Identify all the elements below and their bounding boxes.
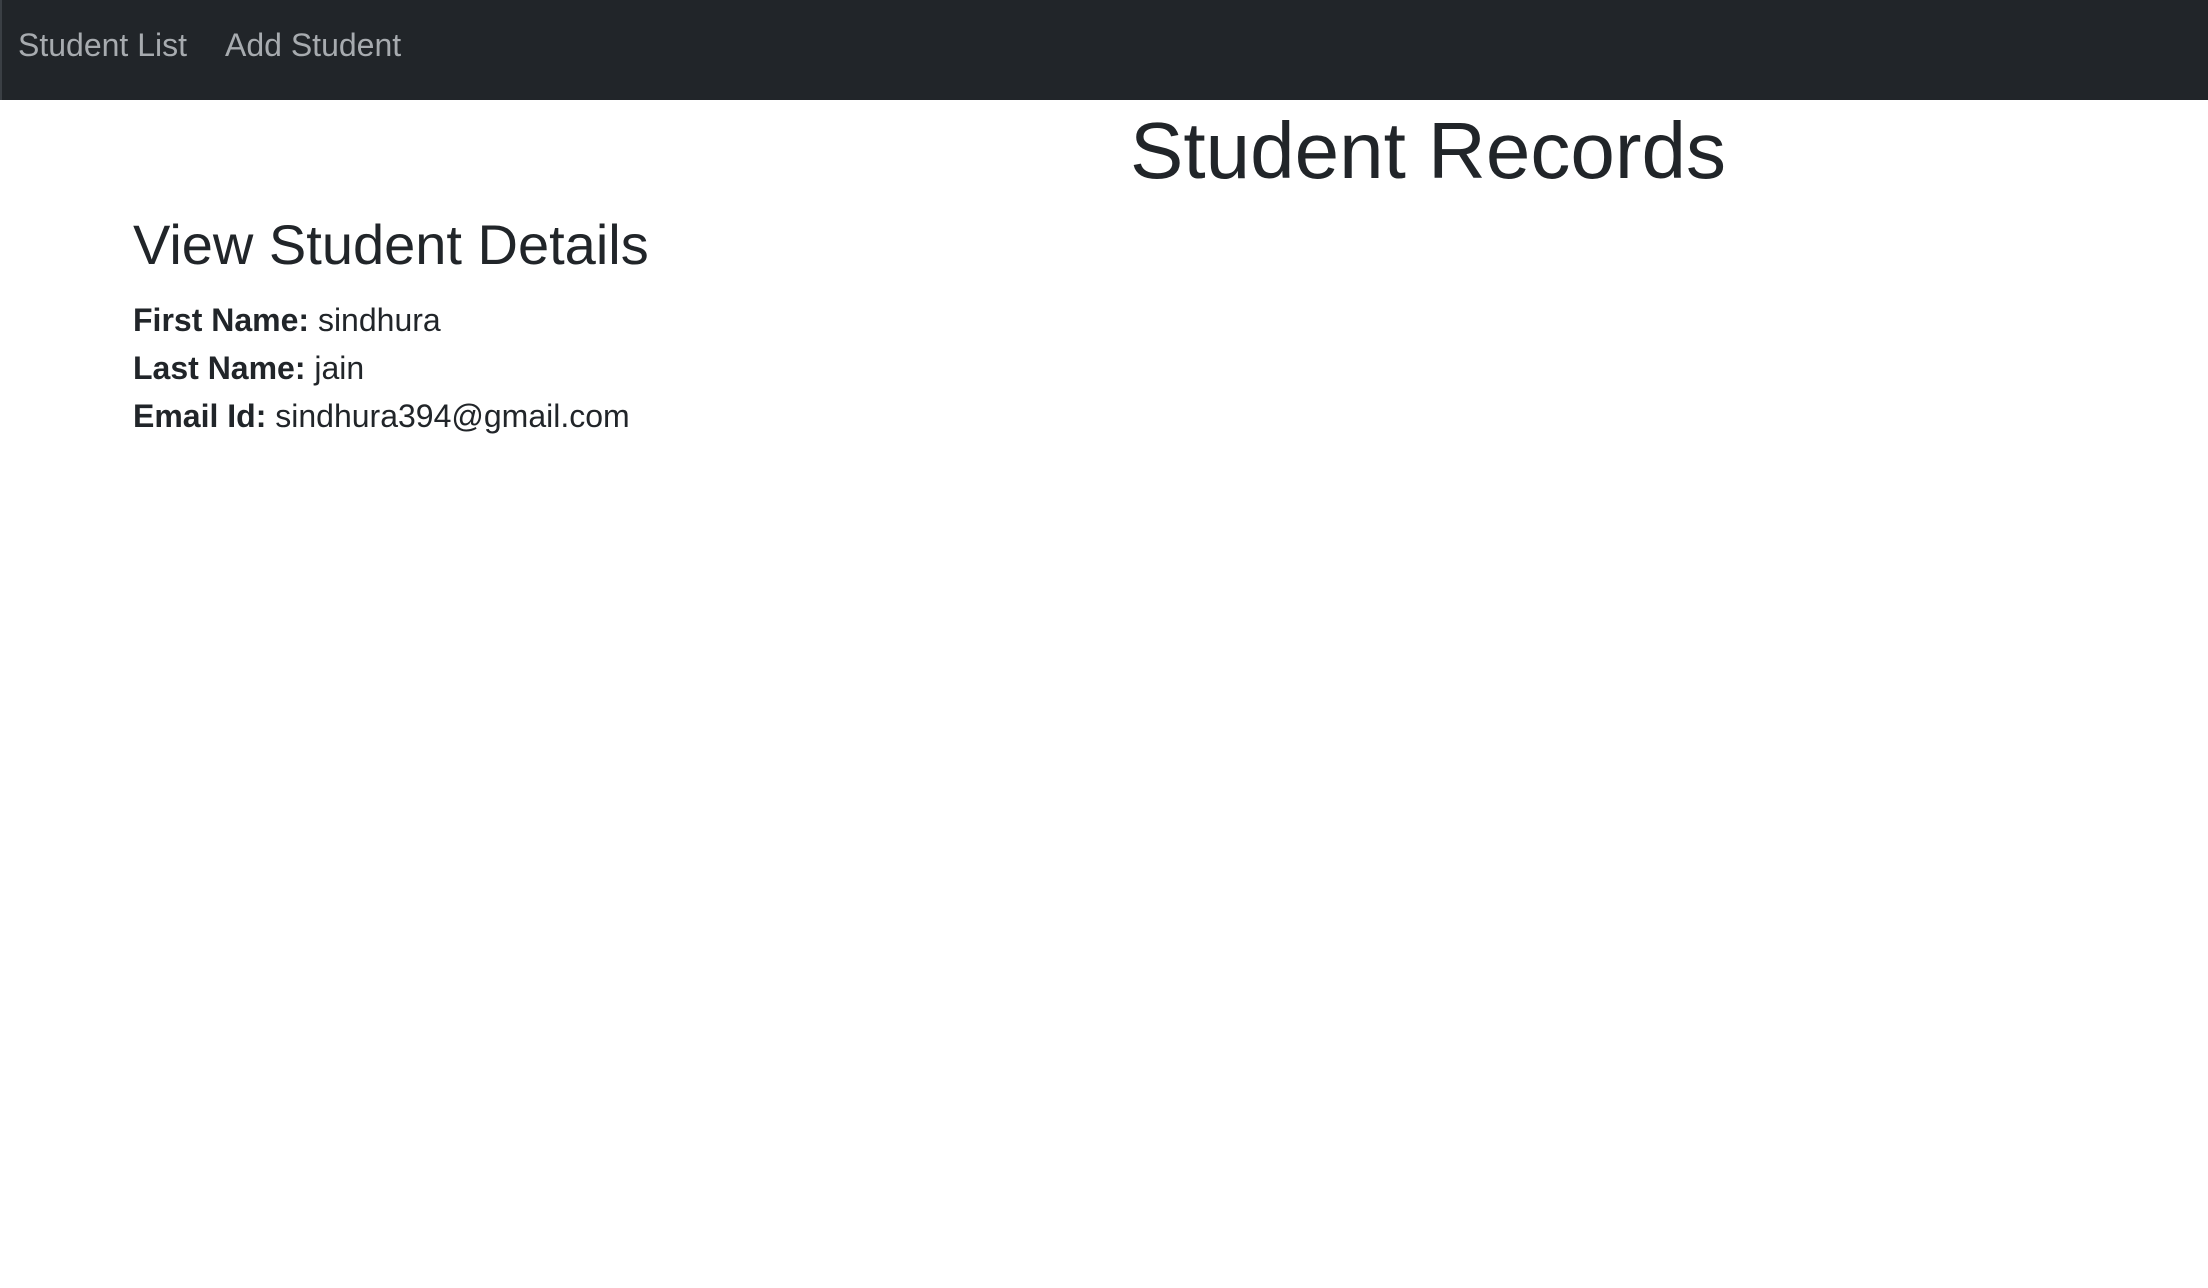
first-name-row: First Name: sindhura	[133, 296, 441, 344]
email-label: Email Id:	[133, 398, 267, 434]
page-title: Student Records	[1130, 106, 1726, 195]
top-navbar: Student List Add Student	[0, 0, 2208, 100]
last-name-row: Last Name: jain	[133, 344, 364, 392]
email-value: sindhura394@gmail.com	[275, 398, 630, 434]
details-heading: View Student Details	[133, 213, 649, 276]
first-name-label: First Name:	[133, 302, 310, 338]
nav-link-add-student[interactable]: Add Student	[225, 0, 401, 90]
last-name-label: Last Name:	[133, 350, 306, 386]
email-row: Email Id: sindhura394@gmail.com	[133, 392, 630, 440]
last-name-value: jain	[314, 350, 365, 386]
first-name-value: sindhura	[317, 302, 441, 338]
nav-link-student-list[interactable]: Student List	[18, 0, 187, 90]
